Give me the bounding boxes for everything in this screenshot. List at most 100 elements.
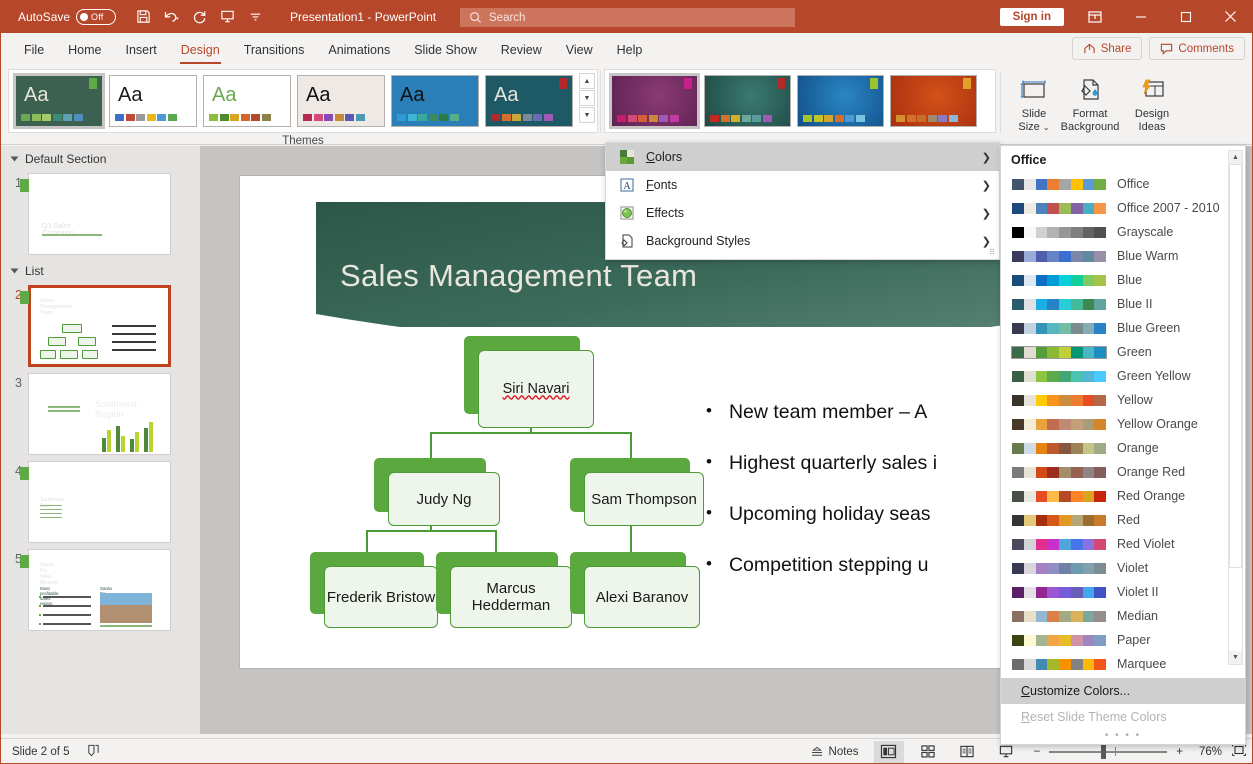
color-scheme-red-violet[interactable]: Red Violet — [1001, 532, 1245, 556]
start-presentation-icon[interactable] — [214, 5, 240, 29]
scrollbar-track[interactable] — [1229, 164, 1242, 651]
slide-size-button[interactable]: Slide Size ⌄ — [1006, 69, 1062, 141]
menu-item-background-styles[interactable]: Background Styles ❯ — [606, 227, 999, 255]
zoom-out-button[interactable]: − — [1034, 746, 1041, 758]
zoom-knob[interactable] — [1101, 744, 1107, 759]
color-scheme-blue-warm[interactable]: Blue Warm — [1001, 244, 1245, 268]
reading-view-button[interactable] — [952, 741, 982, 763]
scroll-down-icon[interactable]: ▼ — [579, 90, 595, 106]
sign-in-button[interactable]: Sign in — [999, 7, 1064, 26]
color-scheme-marquee[interactable]: Marquee — [1001, 652, 1245, 676]
theme-facet-green[interactable]: Aa — [13, 73, 105, 129]
theme-damask[interactable]: Aa — [391, 75, 479, 127]
notes-button[interactable]: Notes — [810, 746, 859, 758]
color-scheme-yellow[interactable]: Yellow — [1001, 388, 1245, 412]
themes-gallery[interactable]: Aa Aa Aa Aa Aa Aa ▲ ▼ ▼ — [8, 69, 598, 133]
slide-bullet-list[interactable]: • New team member – A • Highest quarterly s… — [706, 401, 1000, 605]
color-scheme-red[interactable]: Red — [1001, 508, 1245, 532]
color-scheme-office-2007-2010[interactable]: Office 2007 - 2010 — [1001, 196, 1245, 220]
slide-thumbnail-preview[interactable]: Southwest Sales — [20, 422, 171, 543]
theme-banded[interactable]: Aa — [297, 75, 385, 127]
collapse-triangle-icon[interactable] — [10, 268, 19, 274]
section-header-list[interactable]: List — [0, 258, 200, 282]
undo-icon[interactable] — [158, 5, 184, 29]
org-node-sam-thompson[interactable]: Sam Thompson — [570, 458, 704, 526]
tab-review[interactable]: Review — [489, 39, 554, 61]
menu-item-colors[interactable]: Colors ❯ — [606, 143, 999, 171]
color-scheme-violet[interactable]: Violet — [1001, 556, 1245, 580]
color-panel-scrollbar[interactable]: ▲ ▼ — [1228, 150, 1243, 665]
slide-thumbnail-5[interactable]: 5Santa Fe, New MexicoMost profitable sal… — [0, 546, 200, 634]
share-button[interactable]: Share — [1071, 37, 1143, 60]
themes-gallery-scroll[interactable]: ▲ ▼ ▼ — [579, 73, 595, 123]
scrollbar-thumb[interactable] — [1229, 164, 1242, 568]
color-scheme-blue[interactable]: Blue — [1001, 268, 1245, 292]
color-scheme-green-yellow[interactable]: Green Yellow — [1001, 364, 1245, 388]
accessibility-icon[interactable] — [86, 743, 101, 761]
slide-thumbnail-1[interactable]: 1Q3 Sales Campaign — [0, 170, 200, 258]
maximize-button[interactable] — [1163, 0, 1208, 33]
color-scheme-green[interactable]: Green — [1001, 340, 1245, 364]
color-scheme-orange-red[interactable]: Orange Red — [1001, 460, 1245, 484]
tab-view[interactable]: View — [554, 39, 605, 61]
theme-ion-boardroom[interactable]: Aa — [485, 75, 573, 127]
menu-item-effects[interactable]: Effects ❯ — [606, 199, 999, 227]
org-node-marcus-hedderman[interactable]: Marcus Hedderman — [436, 552, 572, 628]
org-node-frederik-bristow[interactable]: Frederik Bristow — [310, 552, 438, 628]
slide-sorter-view-button[interactable] — [913, 741, 943, 763]
color-scheme-red-orange[interactable]: Red Orange — [1001, 484, 1245, 508]
variant-teal[interactable] — [704, 75, 791, 127]
slide-thumbnail-3[interactable]: 3SouthwestRegion — [0, 370, 200, 458]
format-background-button[interactable]: Format Background — [1061, 69, 1119, 141]
customize-colors-button[interactable]: Customize Colors... — [1001, 678, 1245, 704]
color-scheme-median[interactable]: Median — [1001, 604, 1245, 628]
tab-animations[interactable]: Animations — [316, 39, 402, 61]
slide-thumbnail-4[interactable]: 4Southwest Sales — [0, 422, 200, 546]
close-button[interactable] — [1208, 0, 1253, 33]
slide-thumbnail-preview[interactable]: Santa Fe, New MexicoMost profitable sale… — [20, 549, 171, 631]
org-node-judy-ng[interactable]: Judy Ng — [374, 458, 500, 526]
scroll-down-icon[interactable]: ▼ — [1229, 651, 1242, 664]
theme-wisp[interactable]: Aa — [203, 75, 291, 127]
ribbon-display-options-icon[interactable] — [1078, 0, 1112, 33]
color-scheme-list[interactable]: Office Office 2007 - 2010 Grayscale Blue Wa… — [1001, 172, 1245, 676]
menu-item-fonts[interactable]: A Fonts ❯ — [606, 171, 999, 199]
tab-home[interactable]: Home — [56, 39, 113, 61]
color-scheme-grayscale[interactable]: Grayscale — [1001, 220, 1245, 244]
org-node-alexi-baranov[interactable]: Alexi Baranov — [570, 552, 700, 628]
collapse-triangle-icon[interactable] — [10, 156, 19, 162]
normal-view-button[interactable] — [873, 740, 904, 763]
slide-thumbnail-pane[interactable]: Default Section 1Q3 Sales Campaign List 2Sa… — [0, 146, 200, 734]
color-scheme-violet-ii[interactable]: Violet II — [1001, 580, 1245, 604]
slide-thumbnail-preview[interactable]: Sales Management Team — [20, 285, 171, 367]
design-ideas-button[interactable]: Design Ideas — [1124, 69, 1180, 141]
comments-button[interactable]: Comments — [1149, 37, 1245, 60]
color-scheme-orange[interactable]: Orange — [1001, 436, 1245, 460]
autosave-switch[interactable]: Off — [76, 8, 117, 25]
redo-icon[interactable] — [186, 5, 212, 29]
tab-help[interactable]: Help — [605, 39, 655, 61]
variants-dropdown-menu[interactable]: Colors ❯ A Fonts ❯ Effects ❯ Background Styles ❯… — [605, 142, 1000, 260]
tab-slide-show[interactable]: Slide Show — [402, 39, 489, 61]
save-icon[interactable] — [130, 5, 156, 29]
org-node-siri-navari[interactable]: Siri Navari — [464, 336, 594, 428]
variant-purple[interactable] — [609, 73, 700, 129]
color-scheme-paper[interactable]: Paper — [1001, 628, 1245, 652]
tab-file[interactable]: File — [12, 39, 56, 61]
color-scheme-blue-ii[interactable]: Blue II — [1001, 292, 1245, 316]
scroll-up-icon[interactable]: ▲ — [1229, 151, 1242, 164]
color-scheme-yellow-orange[interactable]: Yellow Orange — [1001, 412, 1245, 436]
tab-transitions[interactable]: Transitions — [232, 39, 317, 61]
tab-design[interactable]: Design — [169, 39, 232, 64]
variant-orange[interactable] — [890, 75, 977, 127]
section-header-default-section[interactable]: Default Section — [0, 146, 200, 170]
minimize-button[interactable] — [1118, 0, 1163, 33]
slide-thumbnail-2[interactable]: 2Sales Management Team — [0, 282, 200, 370]
zoom-in-button[interactable]: + — [1176, 746, 1183, 758]
autosave-toggle[interactable]: AutoSave Off — [18, 8, 117, 25]
theme-colors-submenu[interactable]: Office Office Office 2007 - 2010 Grayscale… — [1000, 145, 1246, 745]
scroll-up-icon[interactable]: ▲ — [579, 73, 595, 89]
theme-office[interactable]: Aa — [109, 75, 197, 127]
slide-thumbnail-preview[interactable]: Q3 Sales Campaign — [20, 173, 171, 255]
customize-qat-icon[interactable] — [242, 5, 268, 29]
